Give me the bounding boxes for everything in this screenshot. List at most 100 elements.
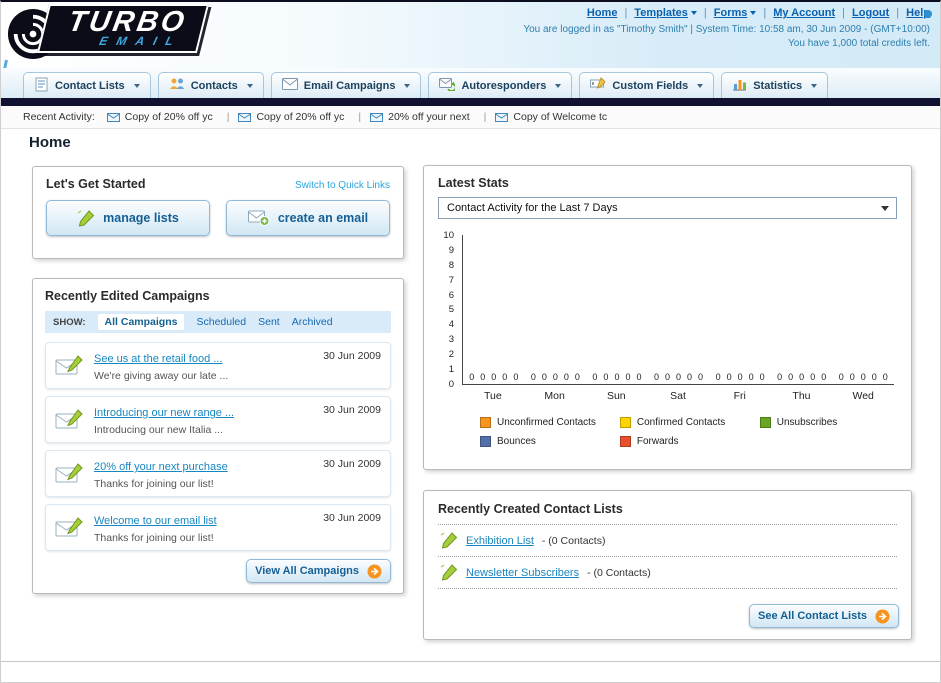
recent-activity-item[interactable]: Copy of Welcome tc — [495, 111, 607, 123]
contact-list-name-link[interactable]: Newsletter Subscribers — [466, 567, 579, 579]
campaign-subtitle: We're giving away our late ... — [94, 370, 229, 382]
campaign-list-item[interactable]: Welcome to our email list Thanks for joi… — [45, 504, 391, 551]
x-axis-label: Fri — [733, 390, 746, 402]
latest-stats-title: Latest Stats — [438, 176, 509, 190]
contact-list-row[interactable]: Exhibition List - (0 Contacts) — [438, 524, 897, 556]
legend-color-swatch — [759, 417, 771, 428]
campaign-date: 30 Jun 2009 — [323, 512, 381, 524]
legend-item: Bounces — [480, 436, 620, 447]
autoresponders-icon — [439, 77, 457, 94]
main-nav-tab-label: Contact Lists — [55, 79, 125, 92]
chart-y-axis: 10 9 8 7 6 5 4 3 2 1 0 — [438, 230, 458, 390]
campaign-filter-link[interactable]: Archived — [292, 316, 333, 328]
page-title: Home — [29, 134, 71, 151]
contact-list-detail: - (0 Contacts) — [541, 534, 606, 547]
chevron-down-icon — [404, 83, 411, 88]
contact-list-detail: - (0 Contacts) — [587, 566, 651, 579]
recent-activity-item[interactable]: 20% off your next — [370, 111, 495, 123]
x-axis-label: Mon — [544, 390, 565, 402]
chart-bar-group: 00000 — [771, 235, 833, 384]
top-nav-link[interactable]: Templates — [634, 7, 688, 19]
footer-divider — [1, 661, 940, 662]
campaign-filter-link[interactable]: All Campaigns — [97, 314, 185, 330]
statistics-icon — [732, 77, 747, 94]
chart-x-labels: Tue Mon Sun Sat Fri Thu Wed — [462, 390, 894, 402]
stats-activity-select-value: Contact Activity for the Last 7 Days — [447, 202, 618, 214]
chart-bar-group: 00000 — [586, 235, 648, 384]
y-axis-label: 3 — [448, 334, 454, 346]
chart-bar-group: 00000 — [648, 235, 710, 384]
top-nav-link[interactable]: My Account — [773, 7, 835, 19]
contact-list-name-link[interactable]: Exhibition List — [466, 535, 534, 547]
x-axis-label: Thu — [792, 390, 811, 402]
legend-color-swatch — [480, 436, 491, 447]
custom-fields-icon — [590, 77, 607, 94]
main-nav-tab-label: Contacts — [190, 79, 238, 92]
campaign-title-link[interactable]: See us at the retail food ... — [94, 353, 222, 365]
top-nav-item: Home — [587, 7, 634, 19]
main-nav-tab-label: Custom Fields — [612, 79, 689, 92]
y-axis-label: 1 — [448, 364, 454, 376]
legend-item: Unsubscribes — [759, 417, 900, 428]
top-nav-link[interactable]: Forms — [714, 7, 748, 19]
top-nav-link[interactable]: Logout — [852, 7, 889, 19]
arrow-right-circle-icon — [367, 564, 382, 578]
campaign-title-link[interactable]: Introducing our new range ... — [94, 407, 234, 419]
campaign-subtitle: Introducing our new Italia ... — [94, 424, 223, 436]
campaign-filter-link[interactable]: Sent — [258, 316, 280, 328]
main-nav-tab[interactable]: Email Campaigns — [270, 72, 422, 98]
chart-value-labels: 00000 — [715, 372, 765, 382]
chevron-down-icon — [555, 83, 562, 88]
campaign-list-item[interactable]: Introducing our new range ... Introducin… — [45, 396, 391, 443]
y-axis-label: 5 — [448, 304, 454, 316]
switch-quick-links-link[interactable]: Switch to Quick Links — [295, 180, 390, 191]
stats-activity-select[interactable]: Contact Activity for the Last 7 Days — [438, 197, 897, 219]
manage-lists-button[interactable]: manage lists — [46, 200, 210, 236]
top-nav: Home Templates Forms My Account — [523, 7, 930, 19]
main-nav-tab[interactable]: Contact Lists — [23, 72, 151, 98]
contact-list-row[interactable]: Newsletter Subscribers - (0 Contacts) — [438, 556, 897, 589]
chart-bar-group: 00000 — [709, 235, 771, 384]
main-nav-tab-label: Autoresponders — [461, 79, 547, 92]
campaign-list-item[interactable]: See us at the retail food ... We're givi… — [45, 342, 391, 389]
campaign-filter-link[interactable]: Scheduled — [196, 316, 246, 328]
create-email-button[interactable]: create an email — [226, 200, 390, 236]
envelope-pencil-icon — [55, 516, 83, 536]
chart-value-labels: 00000 — [469, 372, 519, 382]
chart-groups: 00000 00000 00000 00000 00000 00000 00000 — [463, 235, 894, 384]
main-nav-tab[interactable]: Contacts — [157, 72, 264, 98]
recent-activity-item[interactable]: Copy of 20% off yc — [106, 111, 239, 123]
legend-item: Confirmed Contacts — [619, 417, 760, 428]
envelope-pencil-icon — [55, 462, 83, 482]
envelope-pencil-icon — [55, 408, 83, 428]
chart-bar-group: 00000 — [463, 235, 525, 384]
top-nav-link[interactable]: Home — [587, 7, 618, 19]
chart-value-labels: 00000 — [530, 372, 580, 382]
y-axis-label: 8 — [448, 259, 454, 271]
latest-stats-panel: Latest Stats Contact Activity for the La… — [423, 165, 912, 470]
recent-activity-bar: Recent Activity: Copy of 20% off yc | Co… — [1, 106, 940, 129]
main-nav-tab[interactable]: Custom Fields — [579, 72, 715, 98]
main-nav-tab[interactable]: Autoresponders — [428, 72, 573, 98]
campaign-list-item[interactable]: 20% off your next purchase Thanks for jo… — [45, 450, 391, 497]
view-all-campaigns-button[interactable]: View All Campaigns — [246, 559, 391, 583]
email-campaigns-icon — [281, 78, 298, 93]
y-axis-label: 10 — [443, 230, 454, 241]
campaign-title-link[interactable]: 20% off your next purchase — [94, 461, 228, 473]
y-axis-label: 9 — [448, 244, 454, 256]
chevron-down-icon — [246, 83, 253, 88]
recent-contact-lists-title: Recently Created Contact Lists — [438, 502, 623, 516]
legend-label: Forwards — [636, 436, 679, 447]
main-nav-tab[interactable]: Statistics — [721, 72, 829, 98]
campaign-title-link[interactable]: Welcome to our email list — [94, 515, 217, 527]
manage-lists-label: manage lists — [103, 211, 179, 225]
recent-activity-label: Recent Activity: — [23, 111, 95, 123]
recent-activity-item[interactable]: Copy of 20% off yc — [238, 111, 370, 123]
envelope-icon — [238, 112, 252, 122]
turbo-email-logo[interactable]: TURBO EMAIL — [7, 4, 210, 60]
campaign-filters: All Campaigns Scheduled Sent Archived — [97, 314, 333, 330]
see-all-contact-lists-button[interactable]: See All Contact Lists — [748, 604, 899, 628]
chart-value-labels: 00000 — [592, 372, 642, 382]
legend-label: Confirmed Contacts — [636, 417, 726, 428]
chart-value-labels: 00000 — [838, 372, 888, 382]
